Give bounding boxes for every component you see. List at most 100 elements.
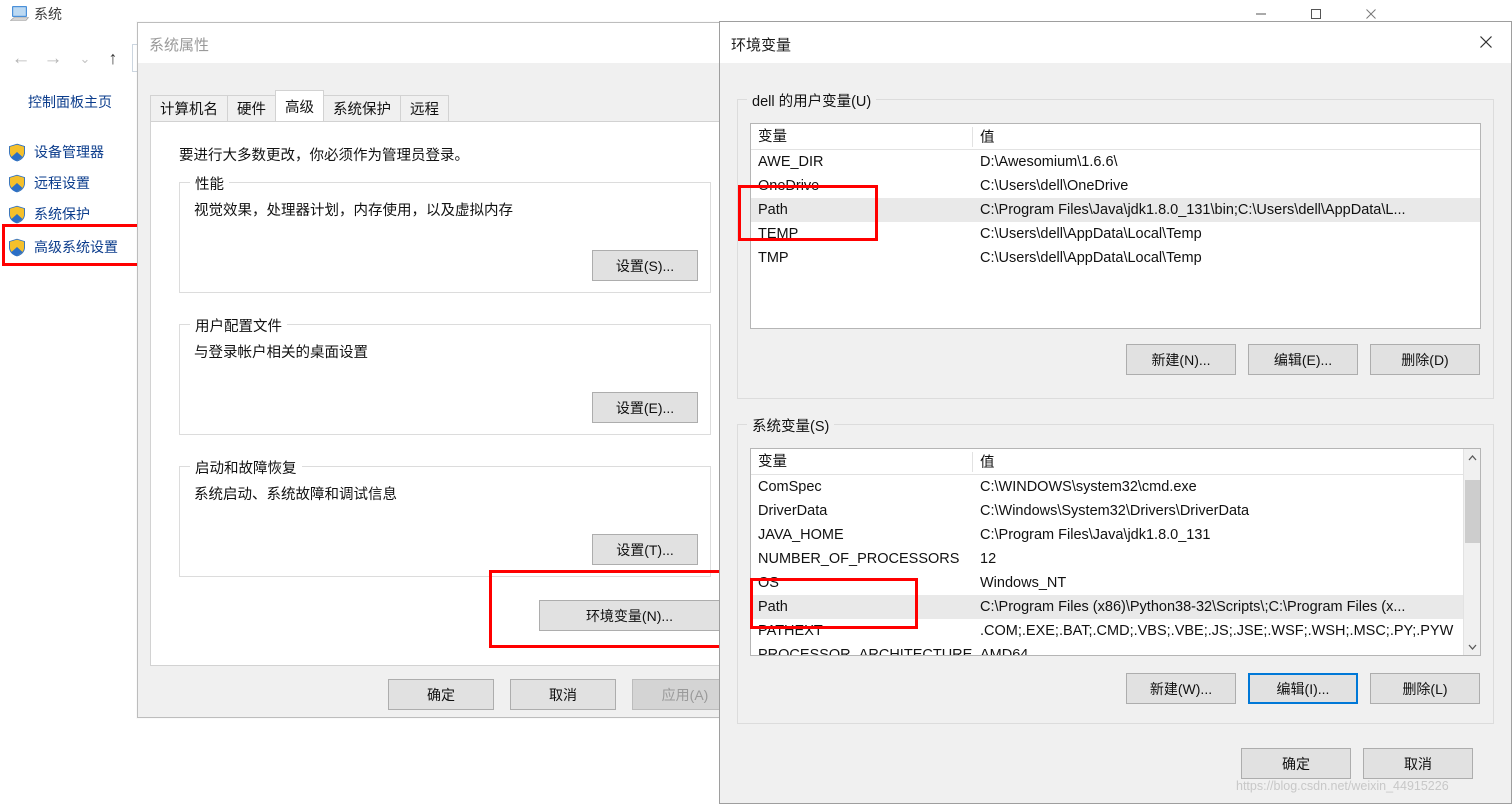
- scroll-down-arrow-icon[interactable]: [1464, 638, 1480, 655]
- system-properties-body: 计算机名 硬件 高级 系统保护 远程 要进行大多数更改，你必须作为管理员登录。 …: [138, 63, 749, 717]
- cancel-button[interactable]: 取消: [510, 679, 616, 710]
- scroll-up-arrow-icon[interactable]: [1464, 449, 1480, 466]
- variable-name: Path: [758, 599, 788, 615]
- user-new-button[interactable]: 新建(N)...: [1126, 344, 1236, 375]
- performance-group: 性能 视觉效果，处理器计划，内存使用，以及虚拟内存 设置(S)...: [179, 173, 711, 293]
- recent-locations-chevron-down-icon[interactable]: ⌄: [70, 44, 100, 72]
- variable-value: C:\Users\dell\AppData\Local\Temp: [980, 226, 1202, 242]
- list-item-selected[interactable]: Path C:\Program Files\Java\jdk1.8.0_131\…: [751, 198, 1480, 222]
- screen: ☰ 系统: [0, 0, 1512, 804]
- sidebar-item-advanced-system-settings[interactable]: 高级系统设置: [8, 233, 148, 261]
- user-variables-buttons: 新建(N)... 编辑(E)... 删除(D): [1126, 344, 1481, 375]
- admin-note: 要进行大多数更改，你必须作为管理员登录。: [179, 148, 469, 164]
- user-profiles-group-description: 与登录帐户相关的桌面设置: [194, 345, 368, 361]
- list-item[interactable]: TEMP C:\Users\dell\AppData\Local\Temp: [751, 222, 1480, 246]
- environment-variables-title: 环境变量: [731, 37, 792, 54]
- sidebar-item-device-manager[interactable]: 设备管理器: [8, 138, 148, 166]
- user-profiles-group: 用户配置文件 与登录帐户相关的桌面设置 设置(E)...: [179, 315, 711, 435]
- control-panel-home-link[interactable]: 控制面板主页: [28, 92, 112, 112]
- variable-name: Path: [758, 202, 788, 218]
- system-variables-header: 变量 值: [751, 449, 1480, 475]
- user-delete-button[interactable]: 删除(D): [1370, 344, 1480, 375]
- scrollbar-thumb[interactable]: [1465, 480, 1480, 543]
- variable-name: OS: [758, 575, 779, 591]
- startup-recovery-settings-button[interactable]: 设置(T)...: [592, 534, 698, 565]
- sidebar-item-label: 高级系统设置: [34, 239, 118, 255]
- list-item[interactable]: PROCESSOR_ARCHITECTURE AMD64: [751, 643, 1480, 656]
- system-variables-scrollbar[interactable]: [1463, 449, 1480, 655]
- tab-system-protection[interactable]: 系统保护: [323, 95, 401, 121]
- list-item[interactable]: ComSpec C:\WINDOWS\system32\cmd.exe: [751, 475, 1480, 499]
- variable-value: C:\Windows\System32\Drivers\DriverData: [980, 503, 1250, 519]
- variable-value: D:\Awesomium\1.6.6\: [980, 154, 1118, 170]
- column-header-variable[interactable]: 变量: [751, 126, 973, 147]
- column-header-value[interactable]: 值: [973, 451, 995, 472]
- forward-button[interactable]: →: [38, 44, 68, 72]
- variable-value: C:\WINDOWS\system32\cmd.exe: [980, 479, 1197, 495]
- list-item[interactable]: NUMBER_OF_PROCESSORS 12: [751, 547, 1480, 571]
- user-variables-legend: dell 的用户变量(U): [747, 90, 877, 111]
- sidebar-item-label: 系统保护: [34, 206, 90, 222]
- shield-icon: [8, 143, 26, 162]
- system-variables-legend: 系统变量(S): [747, 415, 835, 436]
- back-button[interactable]: ←: [6, 44, 36, 72]
- system-properties-footer: 确定 取消 应用(A): [138, 679, 749, 719]
- variable-value: Windows_NT: [980, 575, 1067, 591]
- variable-name: ComSpec: [758, 479, 822, 495]
- user-variables-list[interactable]: 变量 值 AWE_DIR D:\Awesomium\1.6.6\ OneDriv…: [750, 123, 1481, 329]
- system-properties-tabs: 计算机名 硬件 高级 系统保护 远程: [150, 90, 449, 121]
- user-edit-button[interactable]: 编辑(E)...: [1248, 344, 1358, 375]
- user-variables-group: dell 的用户变量(U) 变量 值 AWE_DIR D:\Awesomium\…: [737, 90, 1494, 399]
- performance-settings-button[interactable]: 设置(S)...: [592, 250, 698, 281]
- startup-recovery-group-description: 系统启动、系统故障和调试信息: [194, 487, 397, 503]
- variable-value: C:\Program Files\Java\jdk1.8.0_131: [980, 527, 1211, 543]
- variable-value: C:\Program Files\Java\jdk1.8.0_131\bin;C…: [980, 202, 1406, 218]
- variable-value: AMD64: [980, 647, 1029, 656]
- variable-name: AWE_DIR: [758, 154, 824, 170]
- watermark: https://blog.csdn.net/weixin_44915226: [1236, 779, 1449, 793]
- system-variables-buttons: 新建(W)... 编辑(I)... 删除(L): [1126, 673, 1481, 704]
- performance-group-description: 视觉效果，处理器计划，内存使用，以及虚拟内存: [194, 203, 513, 219]
- shield-icon: [8, 174, 26, 193]
- system-variables-list[interactable]: 变量 值 ComSpec C:\WINDOWS\system32\cmd.exe…: [750, 448, 1481, 656]
- ok-button[interactable]: 确定: [388, 679, 494, 710]
- environment-variables-footer: 确定 取消: [1241, 748, 1493, 779]
- system-new-button[interactable]: 新建(W)...: [1126, 673, 1236, 704]
- environment-variables-button[interactable]: 环境变量(N)...: [539, 600, 720, 631]
- column-header-value[interactable]: 值: [973, 126, 995, 147]
- tab-computer-name[interactable]: 计算机名: [150, 95, 228, 121]
- performance-group-legend: 性能: [190, 173, 229, 194]
- system-edit-button[interactable]: 编辑(I)...: [1248, 673, 1358, 704]
- computer-icon: [9, 5, 30, 23]
- list-item[interactable]: OS Windows_NT: [751, 571, 1480, 595]
- startup-recovery-group: 启动和故障恢复 系统启动、系统故障和调试信息 设置(T)...: [179, 457, 711, 577]
- tab-remote[interactable]: 远程: [400, 95, 449, 121]
- user-profiles-settings-button[interactable]: 设置(E)...: [592, 392, 698, 423]
- env-cancel-button[interactable]: 取消: [1363, 748, 1473, 779]
- user-profiles-group-legend: 用户配置文件: [190, 315, 287, 336]
- column-header-variable[interactable]: 变量: [751, 451, 973, 472]
- list-item[interactable]: AWE_DIR D:\Awesomium\1.6.6\: [751, 150, 1480, 174]
- variable-name: PATHEXT: [758, 623, 823, 639]
- tab-advanced[interactable]: 高级: [275, 90, 324, 121]
- variable-value: 12: [980, 551, 997, 567]
- system-properties-title: 系统属性: [149, 37, 210, 54]
- sidebar-item-system-protection[interactable]: 系统保护: [8, 200, 148, 228]
- sidebar-item-remote-settings[interactable]: 远程设置: [8, 169, 148, 197]
- list-item[interactable]: JAVA_HOME C:\Program Files\Java\jdk1.8.0…: [751, 523, 1480, 547]
- tab-hardware[interactable]: 硬件: [227, 95, 276, 121]
- variable-value: C:\Users\dell\OneDrive: [980, 178, 1129, 194]
- list-item[interactable]: OneDrive C:\Users\dell\OneDrive: [751, 174, 1480, 198]
- close-icon[interactable]: [1461, 22, 1511, 62]
- variable-name: TEMP: [758, 226, 799, 242]
- variable-name: TMP: [758, 250, 789, 266]
- system-variables-group: 系统变量(S) 变量 值 ComSpec C:\WINDOWS\system32…: [737, 415, 1494, 724]
- up-button[interactable]: ↑: [98, 44, 128, 72]
- variable-name: OneDrive: [758, 178, 820, 194]
- env-ok-button[interactable]: 确定: [1241, 748, 1351, 779]
- system-delete-button[interactable]: 删除(L): [1370, 673, 1480, 704]
- list-item[interactable]: PATHEXT .COM;.EXE;.BAT;.CMD;.VBS;.VBE;.J…: [751, 619, 1480, 643]
- list-item-selected[interactable]: Path C:\Program Files (x86)\Python38-32\…: [751, 595, 1480, 619]
- list-item[interactable]: DriverData C:\Windows\System32\Drivers\D…: [751, 499, 1480, 523]
- list-item[interactable]: TMP C:\Users\dell\AppData\Local\Temp: [751, 246, 1480, 270]
